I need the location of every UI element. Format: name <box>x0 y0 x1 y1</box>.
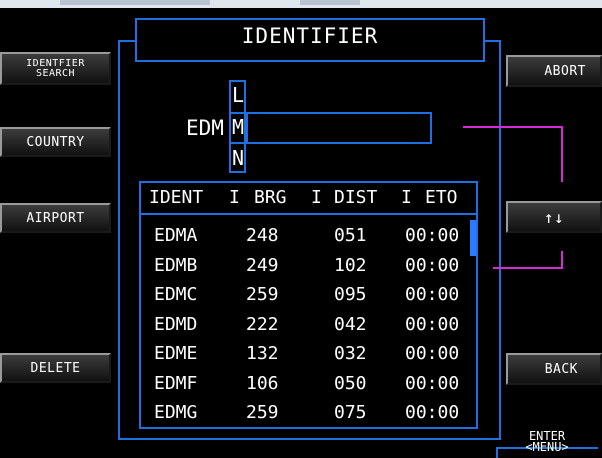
strip-shade <box>60 0 210 5</box>
cell-dist: 075 <box>334 402 367 423</box>
identifier-entry-field[interactable] <box>246 112 432 144</box>
char-current: M <box>231 115 245 139</box>
header-dist: DIST <box>334 187 378 208</box>
cell-eto: 00:00 <box>405 372 460 394</box>
annotation-line <box>463 126 563 128</box>
cell-ident: EDMA <box>154 225 198 246</box>
char-next: N <box>231 146 245 170</box>
table-row[interactable]: EDMA 248 051 00:00 <box>141 221 473 250</box>
airport-button[interactable]: AIRPORT <box>0 203 111 233</box>
menu-label: <MENU> <box>525 440 569 454</box>
cell-brg: 132 <box>246 343 279 364</box>
cell-eto: 00:00 <box>405 343 460 364</box>
header-ident: IDENT <box>149 187 204 208</box>
header-eto: ETO <box>425 187 458 208</box>
cell-ident: EDMF <box>154 372 198 394</box>
cell-eto: 00:00 <box>405 313 460 335</box>
identifier-entry-text: EDM <box>186 116 224 140</box>
strip-shade <box>300 0 360 5</box>
abort-label: ABORT <box>544 63 586 79</box>
cell-dist: 051 <box>334 225 367 246</box>
table-row[interactable]: EDMD 222 042 00:00 <box>141 310 473 339</box>
cell-brg: 106 <box>246 372 279 394</box>
char-prev: L <box>231 83 245 107</box>
back-label: BACK <box>544 361 578 377</box>
fms-screen: { "title": "IDENTIFIER", "left_buttons":… <box>0 0 602 458</box>
cell-ident: EDMB <box>154 254 198 276</box>
enter-button[interactable]: ENTER <MENU> <box>509 430 585 454</box>
cell-ident: EDMD <box>154 313 198 335</box>
country-label: COUNTRY <box>26 134 85 150</box>
header-sep: I <box>229 187 240 208</box>
top-window-strip <box>0 0 602 8</box>
table-scrollbar[interactable] <box>470 220 476 256</box>
cell-ident: EDME <box>154 343 198 364</box>
back-button[interactable]: BACK <box>506 353 602 385</box>
cell-dist: 102 <box>334 254 367 276</box>
cell-eto: 00:00 <box>405 254 460 276</box>
airport-label: AIRPORT <box>26 210 85 226</box>
annotation-line <box>561 126 563 182</box>
header-sep: I <box>311 187 322 208</box>
header-divider <box>139 213 478 215</box>
cell-dist: 032 <box>334 343 367 364</box>
table-row[interactable]: EDMC 259 095 00:00 <box>141 280 473 309</box>
cell-dist: 095 <box>334 284 367 305</box>
page-title: IDENTIFIER <box>241 24 379 48</box>
header-brg: BRG <box>254 187 287 208</box>
up-down-button[interactable]: ↑↓ <box>506 201 602 233</box>
table-row[interactable]: EDMG 259 075 00:00 <box>141 398 473 427</box>
abort-button[interactable]: ABORT <box>506 55 602 87</box>
table-row[interactable]: EDME 132 032 00:00 <box>141 339 473 368</box>
cell-brg: 249 <box>246 254 279 276</box>
cell-brg: 222 <box>246 313 279 335</box>
cell-brg: 259 <box>246 284 279 305</box>
table-row[interactable]: EDMB 249 102 00:00 <box>141 251 473 280</box>
header-sep: I <box>401 187 412 208</box>
delete-label: DELETE <box>30 360 81 376</box>
cell-ident: EDMG <box>154 402 198 423</box>
table-row[interactable]: EDMF 106 050 00:00 <box>141 369 473 398</box>
cell-eto: 00:00 <box>405 402 460 423</box>
cell-dist: 050 <box>334 372 367 394</box>
country-button[interactable]: COUNTRY <box>0 127 111 157</box>
annotation-line <box>493 267 563 269</box>
cell-eto: 00:00 <box>405 225 460 246</box>
identifier-search-label: IDENTFIER SEARCH <box>26 57 85 79</box>
cell-brg: 259 <box>246 402 279 423</box>
identifier-search-button[interactable]: IDENTFIER SEARCH <box>0 52 111 85</box>
cell-ident: EDMC <box>154 284 198 305</box>
delete-button[interactable]: DELETE <box>0 353 111 383</box>
up-down-arrows-icon: ↑↓ <box>543 207 565 227</box>
cell-dist: 042 <box>334 313 367 335</box>
cell-brg: 248 <box>246 225 279 246</box>
cell-eto: 00:00 <box>405 284 460 305</box>
